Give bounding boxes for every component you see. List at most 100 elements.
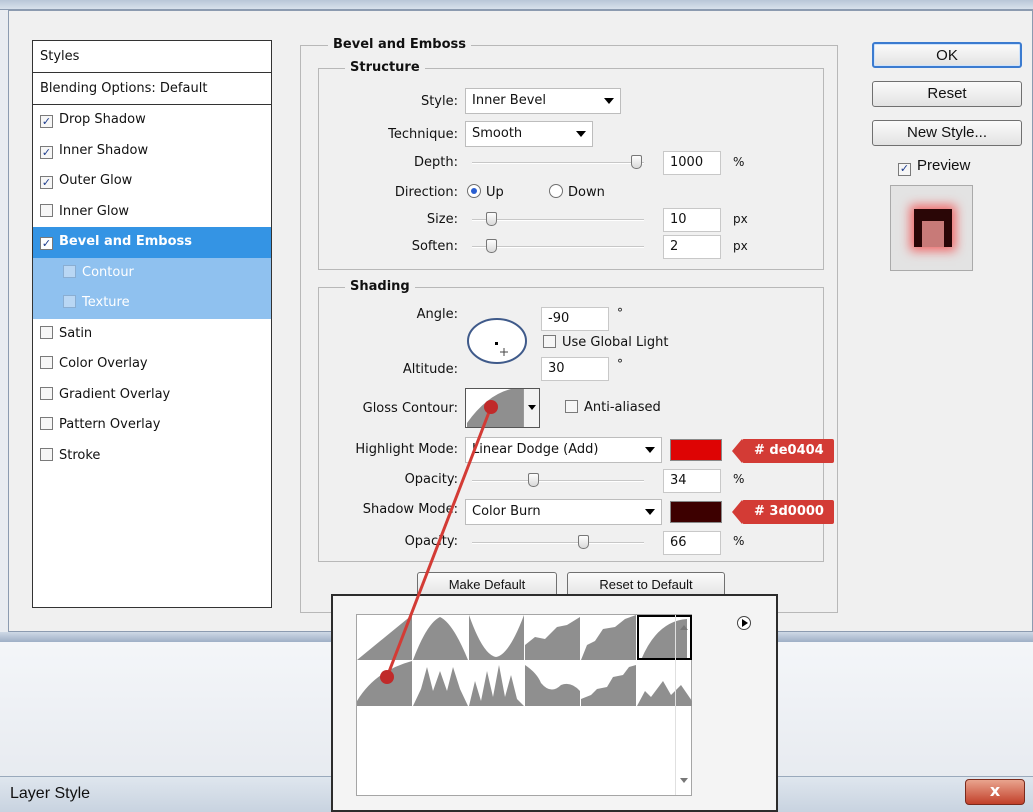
style-select[interactable]: Inner Bevel [465,88,621,114]
checkbox-unchecked-icon[interactable] [40,447,53,461]
checkbox-unchecked-icon[interactable] [40,325,53,339]
checkbox-checked-icon[interactable]: ✓ [40,145,53,159]
style-item-label: Inner Glow [59,203,130,219]
angle-dial-center [495,342,498,345]
checkbox-checked-icon[interactable]: ✓ [40,237,53,250]
ok-button[interactable]: OK [872,42,1022,68]
style-item-label: Color Overlay [59,356,148,371]
soften-slider-thumb[interactable] [485,239,497,253]
checkbox-checked-icon[interactable]: ✓ [40,176,53,189]
blending-options[interactable]: Blending Options: Default [33,73,271,105]
contour-half-round[interactable] [357,661,412,706]
checkbox-unchecked-icon [543,335,556,348]
highlight-color-swatch[interactable] [670,439,722,461]
style-item[interactable]: ✓ Drop Shadow [33,105,271,136]
contour-scrollbar[interactable] [675,615,691,795]
shadow-opacity-input[interactable]: 66 [663,531,721,555]
style-item[interactable]: ✓ Bevel and Emboss [33,227,271,258]
contour-rounded-steps[interactable] [581,661,636,706]
style-item[interactable]: Contour [33,257,271,288]
contour-cone[interactable] [413,615,468,660]
preview-checkbox[interactable]: ✓ Preview [898,157,970,176]
shadow-mode-select[interactable]: Color Burn [465,499,662,525]
preview-inner [922,221,944,247]
styles-list: Styles Blending Options: Default ✓ Drop S… [32,40,272,608]
styles-header[interactable]: Styles [33,41,271,73]
soften-slider[interactable] [472,239,644,253]
checkbox-unchecked-icon[interactable] [40,386,53,400]
chevron-down-icon [604,98,614,104]
depth-slider-thumb[interactable] [631,155,642,169]
reset-button[interactable]: Reset [872,81,1022,107]
direction-down-radio[interactable]: Down [549,184,605,200]
highlight-mode-label: Highlight Mode: [355,442,458,457]
scroll-up-icon[interactable] [680,625,688,630]
chevron-down-icon [528,405,536,410]
checkbox-unchecked-icon[interactable] [40,203,53,217]
global-light-checkbox[interactable]: Use Global Light [543,335,668,350]
direction-up-radio[interactable]: Up [467,184,504,200]
highlight-opacity-input[interactable]: 34 [663,469,721,493]
contour-rolling-slope[interactable] [525,661,580,706]
technique-select[interactable]: Smooth [465,121,593,147]
style-item-label: Pattern Overlay [59,417,161,432]
gloss-contour-dropdown[interactable] [523,389,539,427]
depth-input[interactable]: 1000 [663,151,721,175]
shadow-mode-value: Color Burn [472,504,541,519]
style-item[interactable]: Gradient Overlay [33,380,271,411]
checkbox-unchecked-icon[interactable] [40,356,53,369]
contour-ring-double[interactable] [469,661,524,706]
style-item[interactable]: Color Overlay [33,349,271,380]
size-label: Size: [426,212,458,227]
highlight-color-annotation: # de0404 [732,439,834,463]
style-item[interactable]: Stroke [33,441,271,472]
direction-label: Direction: [394,185,458,200]
contour-linear[interactable] [357,615,412,660]
scroll-down-icon[interactable] [680,778,688,783]
style-item[interactable]: Texture [33,288,271,319]
style-item-label: Stroke [59,447,101,463]
style-item[interactable]: ✓ Inner Shadow [33,136,271,167]
shadow-color-swatch[interactable] [670,501,722,523]
checkbox-unchecked-icon[interactable] [40,417,53,430]
highlight-opacity-slider[interactable] [472,473,644,487]
contour-shape [525,665,580,706]
contour-cone-inverted[interactable] [469,615,524,660]
style-item[interactable]: Pattern Overlay [33,410,271,441]
size-slider[interactable] [472,212,644,226]
soften-input[interactable]: 2 [663,235,721,259]
anti-aliased-checkbox[interactable]: Anti-aliased [565,400,661,415]
checkbox-unchecked-icon[interactable] [63,264,76,278]
new-style-button[interactable]: New Style... [872,120,1022,146]
close-button[interactable]: x [965,779,1025,805]
contour-menu-icon[interactable] [737,616,751,630]
contour-ring[interactable] [413,661,468,706]
size-input[interactable]: 10 [663,208,721,232]
altitude-input[interactable]: 30 [541,357,609,381]
contour-cove-shallow[interactable] [581,615,636,660]
window-title: Layer Style [10,785,91,802]
checkbox-checked-icon[interactable]: ✓ [40,115,53,128]
style-item-label: Satin [59,325,93,341]
shadow-opacity-thumb[interactable] [577,535,589,549]
contour-cove-deep[interactable] [525,615,580,660]
style-item[interactable]: Satin [33,319,271,350]
angle-dial[interactable] [464,316,530,366]
structure-title: Structure [345,60,425,75]
altitude-unit: ° [617,357,623,371]
soften-unit: px [733,239,748,253]
gloss-contour-picker[interactable] [465,388,540,428]
style-item[interactable]: ✓ Outer Glow [33,166,271,197]
style-item[interactable]: Inner Glow [33,197,271,228]
highlight-opacity-thumb[interactable] [528,473,540,487]
highlight-mode-select[interactable]: Linear Dodge (Add) [465,437,662,463]
checkbox-unchecked-icon[interactable] [63,295,76,308]
angle-input[interactable]: -90 [541,307,609,331]
contour-thumbnails [357,615,692,706]
shadow-opacity-slider[interactable] [472,535,644,549]
checkbox-unchecked-icon [565,400,578,413]
bevel-emboss-title: Bevel and Emboss [328,37,471,52]
depth-slider[interactable] [472,155,644,169]
style-item-label: Drop Shadow [59,112,146,127]
size-slider-thumb[interactable] [485,212,497,226]
